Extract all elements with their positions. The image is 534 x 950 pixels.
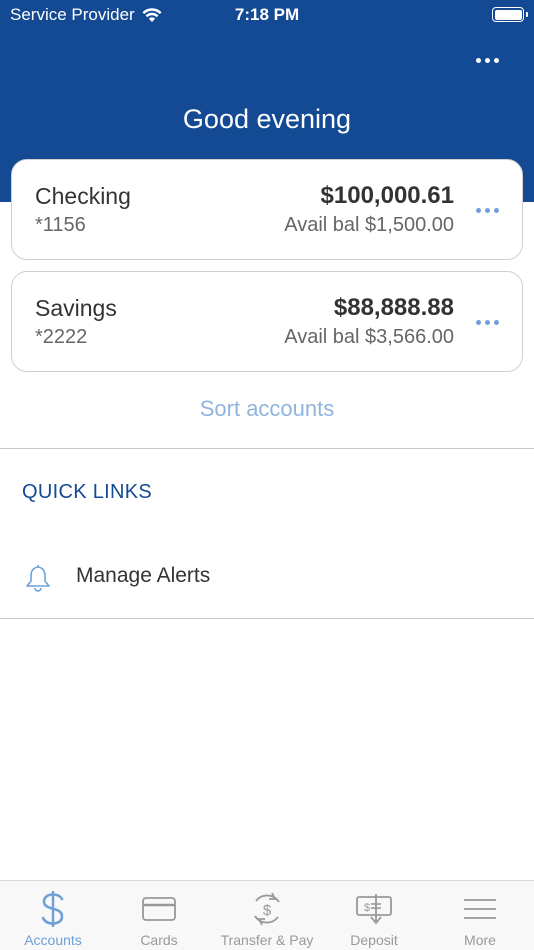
status-time: 7:18 PM [234,5,300,24]
divider [0,618,534,619]
deposit-icon: $ [356,894,392,925]
tab-label: Accounts [24,932,82,948]
menu-icon [464,899,496,919]
account-name: Checking [35,183,131,209]
account-balance: $88,888.88 [333,294,454,321]
card-icon [142,897,176,921]
account-card-savings[interactable]: Savings *2222 $88,888.88 Avail bal $3,56… [11,271,523,372]
account-name: Savings [35,295,117,321]
tab-label: More [464,932,496,948]
quick-link-manage-alerts[interactable]: Manage Alerts [0,548,534,606]
svg-text:$: $ [364,902,370,914]
tab-label: Transfer & Pay [220,932,314,948]
battery-tip [526,12,528,17]
header-more-icon[interactable] [470,48,504,72]
tab-accounts[interactable]: Accounts [0,881,106,950]
svg-text:$: $ [263,902,272,919]
account-available-balance: Avail bal $1,500.00 [284,214,454,236]
quick-links-heading: QUICK LINKS [22,481,152,503]
account-number: *2222 [35,326,88,348]
tab-deposit[interactable]: $ Deposit [322,881,426,950]
dollar-icon [41,891,64,927]
tab-more[interactable]: More [426,881,534,950]
manage-alerts-label: Manage Alerts [76,564,211,587]
tab-bar: Accounts Cards $ Transfer & Pay $ Deposi… [0,880,534,950]
greeting-title: Good evening [182,104,352,134]
divider [0,448,534,449]
tab-label: Cards [140,932,178,948]
tab-transfer-pay[interactable]: $ Transfer & Pay [212,881,322,950]
tab-cards[interactable]: Cards [106,881,212,950]
bell-icon [26,565,50,592]
status-bar: Service Provider 7:18 PM [0,0,534,32]
sort-accounts-link[interactable]: Sort accounts [0,396,534,422]
account-more-icon[interactable] [472,312,502,332]
account-card-checking[interactable]: Checking *1156 $100,000.61 Avail bal $1,… [11,159,523,260]
account-balance: $100,000.61 [320,182,454,209]
account-more-icon[interactable] [472,200,502,220]
transfer-icon: $ [254,892,280,926]
account-number: *1156 [35,214,86,236]
tab-label: Deposit [350,932,398,948]
account-available-balance: Avail bal $3,566.00 [284,326,454,348]
battery-icon [492,7,524,22]
